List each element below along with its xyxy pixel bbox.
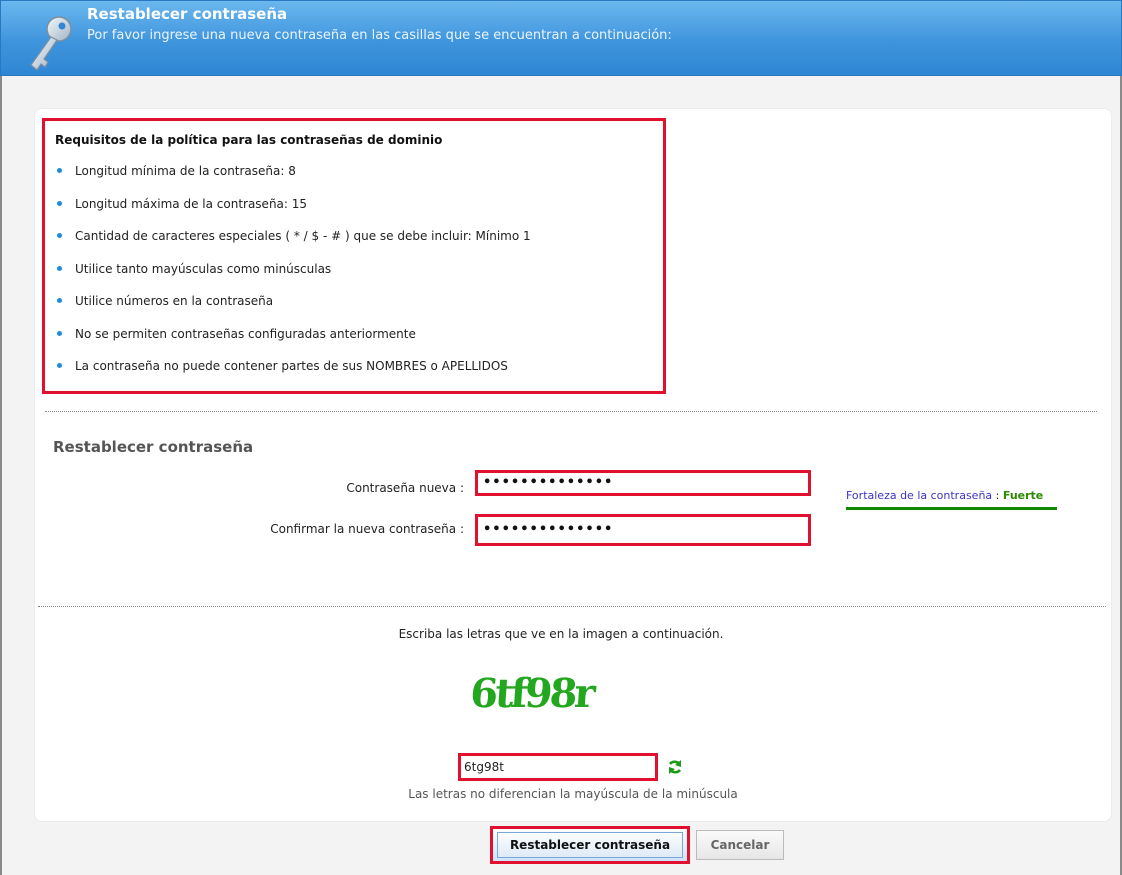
requirements-title: Requisitos de la política para las contr… bbox=[55, 133, 443, 147]
strength-label: Fortaleza de la contraseña bbox=[846, 489, 993, 502]
requirement-item: Utilice números en la contraseña bbox=[55, 292, 531, 325]
reset-section-title: Restablecer contraseña bbox=[53, 438, 254, 456]
confirm-password-input[interactable]: •••••••••••••• bbox=[475, 514, 811, 546]
cancel-button[interactable]: Cancelar bbox=[696, 830, 784, 860]
strength-value: Fuerte bbox=[1002, 489, 1044, 502]
frame-left-border bbox=[0, 76, 2, 875]
section-divider bbox=[45, 411, 1097, 412]
captcha-input[interactable]: 6tg98t bbox=[458, 753, 658, 781]
reset-password-button-label: Restablecer contraseña bbox=[497, 832, 683, 858]
key-icon bbox=[30, 16, 72, 71]
section-divider bbox=[38, 606, 1106, 607]
requirement-item: Cantidad de caracteres especiales ( * / … bbox=[55, 227, 531, 260]
refresh-icon[interactable] bbox=[667, 759, 683, 775]
requirement-item: No se permiten contraseñas configuradas … bbox=[55, 325, 531, 358]
requirement-item: Longitud mínima de la contraseña: 8 bbox=[55, 162, 531, 195]
requirement-item: Longitud máxima de la contraseña: 15 bbox=[55, 195, 531, 228]
strength-separator: : bbox=[992, 489, 1003, 502]
page-subtitle: Por favor ingrese una nueva contraseña e… bbox=[87, 28, 672, 43]
page-title: Restablecer contraseña bbox=[87, 5, 288, 23]
confirm-password-label: Confirmar la nueva contraseña : bbox=[270, 522, 464, 536]
reset-password-button[interactable]: Restablecer contraseña bbox=[490, 826, 690, 864]
requirement-item: La contraseña no puede contener partes d… bbox=[55, 357, 531, 390]
new-password-label: Contraseña nueva : bbox=[346, 481, 464, 495]
captcha-instruction: Escriba las letras que ve en la imagen a… bbox=[398, 627, 724, 641]
requirement-item: Utilice tanto mayúsculas como minúsculas bbox=[55, 260, 531, 293]
new-password-input[interactable]: •••••••••••••• bbox=[475, 470, 811, 496]
captcha-image: 6tf98r bbox=[468, 670, 595, 717]
page-header: Restablecer contraseña Por favor ingrese… bbox=[0, 0, 1122, 76]
strength-bar bbox=[846, 507, 1057, 510]
password-strength: Fortaleza de la contraseña : Fuerte bbox=[846, 489, 1043, 502]
requirements-list: Longitud mínima de la contraseña: 8 Long… bbox=[55, 162, 531, 390]
captcha-note: Las letras no diferencian la mayúscula d… bbox=[408, 787, 738, 801]
